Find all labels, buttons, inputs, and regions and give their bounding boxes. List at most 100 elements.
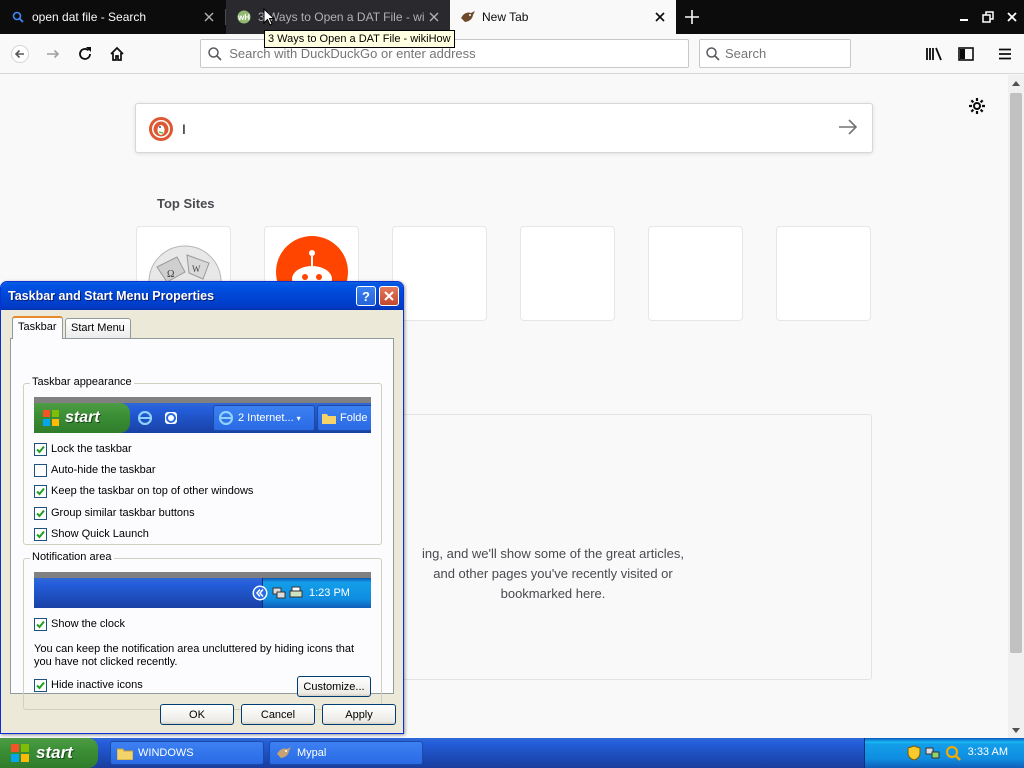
reload-icon (79, 47, 91, 60)
system-tray: 3:33 AM (864, 738, 1024, 768)
new-tab-button[interactable] (678, 3, 706, 31)
checkbox-checked[interactable] (34, 442, 47, 456)
checkbox-checked[interactable] (34, 506, 47, 520)
search-bar[interactable] (699, 39, 851, 68)
keep-on-top-checkbox[interactable]: Keep the taskbar on top of other windows (34, 483, 253, 499)
auto-hide-checkbox[interactable]: Auto-hide the taskbar (34, 462, 156, 478)
close-window-button[interactable] (1000, 0, 1024, 34)
highlights-empty-message: ing, and we'll show some of the great ar… (422, 546, 684, 601)
menu-button[interactable] (991, 40, 1019, 68)
close-icon (384, 291, 394, 301)
windows-taskbar: start WINDOWS Mypal 3:33 AM (0, 738, 1024, 768)
library-button[interactable] (920, 40, 948, 68)
taskbar-item-label: WINDOWS (138, 747, 194, 759)
quick-launch-checkbox[interactable]: Show Quick Launch (34, 526, 149, 542)
checkbox-checked[interactable] (34, 527, 47, 541)
ok-button[interactable]: OK (160, 704, 234, 725)
close-tab-icon[interactable] (424, 7, 444, 27)
ie-icon (219, 411, 233, 425)
lock-taskbar-checkbox[interactable]: Lock the taskbar (34, 441, 132, 457)
page-scrollbar[interactable] (1008, 75, 1024, 738)
wikihow-favicon-icon: wH (236, 9, 252, 25)
top-site-empty[interactable] (392, 226, 487, 321)
back-arrow-icon (11, 45, 29, 63)
start-label: start (36, 743, 73, 762)
group-label: Notification area (30, 551, 114, 563)
notification-area-group: Notification area 1:23 PM Show the clock… (23, 551, 382, 710)
outlook-express-icon (165, 412, 177, 424)
search-icon (201, 46, 229, 61)
security-shield-icon[interactable] (907, 745, 921, 761)
taskbar-appearance-group: Taskbar appearance start 2 Internet... ▾ (23, 376, 382, 545)
checkbox-checked[interactable] (34, 617, 47, 631)
hamburger-menu-icon (999, 48, 1011, 60)
window-controls (952, 0, 1024, 34)
show-clock-checkbox[interactable]: Show the clock (34, 616, 125, 632)
scroll-down-arrow-icon[interactable] (1008, 722, 1024, 738)
taskbar-item-mypal[interactable]: Mypal (269, 741, 423, 765)
close-tab-icon[interactable] (650, 7, 670, 27)
restore-button[interactable] (976, 0, 1000, 34)
start-button[interactable]: start (0, 738, 98, 768)
top-site-empty[interactable] (648, 226, 743, 321)
reload-button[interactable] (71, 40, 99, 68)
checkbox-label: Lock the taskbar (51, 443, 132, 455)
hide-inactive-icons-checkbox[interactable]: Hide inactive icons (34, 677, 143, 693)
library-icon (926, 47, 942, 61)
tab-new-tab[interactable]: New Tab (450, 0, 676, 34)
mypal-favicon-icon (460, 9, 476, 25)
mouse-cursor-icon (263, 8, 275, 26)
dialog-title-bar[interactable]: Taskbar and Start Menu Properties ? (1, 282, 403, 310)
folder-icon (322, 414, 336, 424)
network-icon[interactable] (925, 745, 941, 761)
question-mark-icon: ? (362, 288, 370, 304)
arrow-right-icon[interactable] (838, 118, 858, 136)
apply-button[interactable]: Apply (322, 704, 396, 725)
tab-tooltip: 3 Ways to Open a DAT File - wikiHow (264, 30, 455, 48)
home-button[interactable] (103, 40, 131, 68)
dialog-close-button[interactable] (379, 286, 399, 306)
folder-icon (117, 748, 133, 760)
checkbox-checked[interactable] (34, 484, 47, 498)
scroll-thumb[interactable] (1010, 93, 1022, 653)
search-input[interactable] (725, 46, 850, 61)
scroll-up-arrow-icon[interactable] (1008, 75, 1024, 91)
page-settings-button[interactable] (966, 95, 988, 117)
notification-preview: 1:23 PM (34, 572, 371, 608)
top-site-empty[interactable] (520, 226, 615, 321)
address-input[interactable] (229, 46, 688, 61)
cancel-button[interactable]: Cancel (241, 704, 315, 725)
plus-icon (685, 10, 699, 24)
ie-icon (138, 411, 152, 425)
mypal-icon (277, 747, 291, 758)
minimize-button[interactable] (952, 0, 976, 34)
close-tab-icon[interactable] (199, 7, 219, 27)
checkbox-unchecked[interactable] (34, 463, 47, 477)
duckduckgo-logo-icon (149, 117, 173, 141)
search-icon[interactable] (945, 745, 961, 761)
taskbar-item-windows[interactable]: WINDOWS (110, 741, 264, 765)
help-button[interactable]: ? (356, 286, 376, 306)
forward-button[interactable] (39, 40, 67, 68)
tab-title: New Tab (482, 10, 529, 24)
preview-folder-label: Folde (340, 412, 368, 424)
svg-text:wH: wH (237, 13, 250, 22)
group-buttons-checkbox[interactable]: Group similar taskbar buttons (34, 505, 195, 521)
home-icon (110, 46, 124, 61)
dropdown-arrow-icon: ▾ (296, 413, 301, 423)
customize-button[interactable]: Customize... (297, 676, 371, 697)
tab-strip: open dat file - Search wH 3 Ways to Open… (0, 0, 1024, 34)
tab-taskbar[interactable]: Taskbar (12, 316, 63, 339)
back-button[interactable] (6, 40, 34, 68)
tab-open-dat-search[interactable]: open dat file - Search (0, 0, 225, 34)
taskbar-tab-panel: Taskbar appearance start 2 Internet... ▾ (10, 338, 394, 710)
search-icon (700, 46, 725, 61)
tab-start-menu[interactable]: Start Menu (65, 318, 131, 338)
top-site-empty[interactable] (776, 226, 871, 321)
sidebar-button[interactable] (952, 40, 980, 68)
printer-icon (289, 586, 303, 598)
svg-text:Ω: Ω (167, 269, 174, 280)
checkbox-checked[interactable] (34, 678, 47, 692)
tab-wikihow[interactable]: wH 3 Ways to Open a DAT File - wikiHow (226, 0, 450, 34)
duckduckgo-search-box[interactable]: I (135, 103, 873, 153)
